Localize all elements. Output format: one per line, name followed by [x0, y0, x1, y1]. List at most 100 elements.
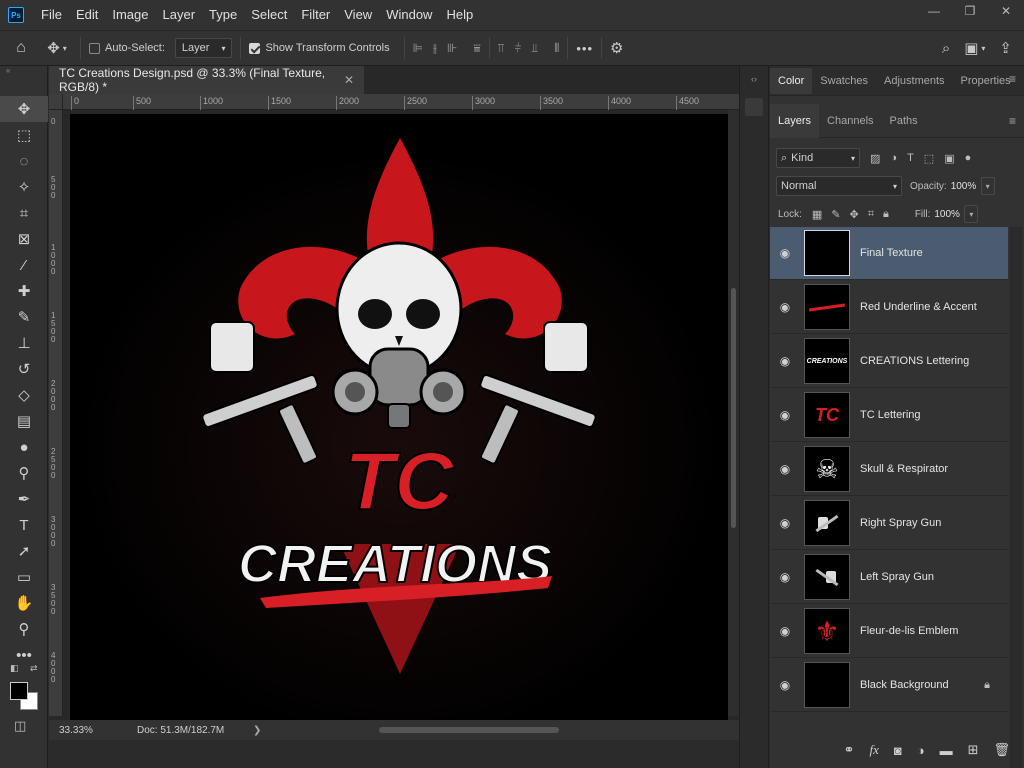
- auto-select-target-dropdown[interactable]: Layer ▾: [174, 38, 233, 58]
- layer-row-final-texture[interactable]: ◉ Final Texture: [770, 227, 1008, 280]
- default-colors-icon[interactable]: ◧: [10, 663, 19, 674]
- healing-brush-tool-icon[interactable]: ✚: [0, 278, 48, 304]
- zoom-level[interactable]: 33.33%: [59, 725, 119, 736]
- tab-paths[interactable]: Paths: [882, 104, 926, 138]
- link-icon[interactable]: ⚭: [844, 742, 855, 758]
- lock-artboard-icon[interactable]: ⌗: [868, 208, 874, 221]
- pen-tool-icon[interactable]: ✒: [0, 486, 48, 512]
- menu-filter[interactable]: Filter: [294, 0, 337, 30]
- smart-object-filter-icon[interactable]: ▣: [944, 152, 954, 165]
- vertical-scroll-thumb[interactable]: [731, 288, 736, 528]
- eye-icon[interactable]: ◉: [770, 624, 800, 638]
- dodge-tool-icon[interactable]: ⚲: [0, 460, 48, 486]
- blur-tool-icon[interactable]: ●: [0, 434, 48, 460]
- opacity-input[interactable]: 100%: [951, 176, 981, 196]
- horizontal-scroll-thumb[interactable]: [379, 727, 559, 733]
- gradient-tool-icon[interactable]: ▤: [0, 408, 48, 434]
- lock-image-icon[interactable]: ✎: [831, 208, 840, 221]
- eye-icon[interactable]: ◉: [770, 300, 800, 314]
- brush-tool-icon[interactable]: ✎: [0, 304, 48, 330]
- eyedropper-tool-icon[interactable]: ⁄: [0, 252, 48, 278]
- color-swatches[interactable]: [10, 682, 40, 712]
- menu-file[interactable]: File: [34, 0, 69, 30]
- history-brush-tool-icon[interactable]: ↺: [0, 356, 48, 382]
- shape-filter-icon[interactable]: ⬚: [924, 152, 934, 165]
- eye-icon[interactable]: ◉: [770, 408, 800, 422]
- layer-row-left-spray-gun[interactable]: ◉ Left Spray Gun: [770, 551, 1008, 604]
- group-folder-icon[interactable]: ▬: [940, 743, 953, 758]
- edit-toolbar-icon[interactable]: •••: [0, 642, 48, 668]
- horizontal-scrollbar[interactable]: [279, 726, 709, 734]
- tab-adjustments[interactable]: Adjustments: [876, 68, 953, 94]
- photoshop-logo[interactable]: Ps: [8, 7, 24, 23]
- move-tool-preset-icon[interactable]: ✥ ▾: [42, 39, 72, 57]
- adjustment-filter-icon[interactable]: ◑: [890, 152, 897, 165]
- align-bottom-icon[interactable]: ⫫: [531, 41, 538, 56]
- marquee-tool-icon[interactable]: ⬚: [0, 122, 48, 148]
- menu-image[interactable]: Image: [105, 0, 155, 30]
- lock-position-icon[interactable]: ✥: [850, 208, 859, 221]
- search-icon[interactable]: ⌕: [942, 40, 950, 57]
- align-left-icon[interactable]: ⊫: [413, 41, 423, 56]
- menu-view[interactable]: View: [337, 0, 379, 30]
- zoom-tool-icon[interactable]: ⚲: [0, 616, 48, 642]
- tab-layers[interactable]: Layers: [770, 103, 820, 138]
- eye-icon[interactable]: ◉: [770, 462, 800, 476]
- adjustment-icon[interactable]: ◑: [917, 743, 925, 758]
- restore-icon[interactable]: ❐: [952, 0, 988, 22]
- menu-type[interactable]: Type: [202, 0, 244, 30]
- align-top-icon[interactable]: ⫪: [498, 41, 505, 56]
- workspace-icon[interactable]: ▣ ▾: [964, 39, 985, 57]
- layer-row-creations-lettering[interactable]: ◉ CREATIONS CREATIONS Lettering: [770, 335, 1008, 388]
- ruler-origin[interactable]: [49, 94, 63, 110]
- panel-menu-icon[interactable]: ≡: [1009, 72, 1016, 86]
- hand-tool-icon[interactable]: ✋: [0, 590, 48, 616]
- lock-transparent-icon[interactable]: ▦: [812, 208, 822, 221]
- eye-icon[interactable]: ◉: [770, 570, 800, 584]
- close-tab-icon[interactable]: ✕: [344, 73, 354, 87]
- layer-row-fleur-de-lis[interactable]: ◉ ⚜ Fleur-de-lis Emblem: [770, 605, 1008, 658]
- mask-icon[interactable]: ◙: [894, 743, 902, 758]
- eye-icon[interactable]: ◉: [770, 246, 800, 260]
- fill-dropdown-icon[interactable]: ▾: [964, 205, 979, 223]
- layer-row-right-spray-gun[interactable]: ◉ Right Spray Gun: [770, 497, 1008, 550]
- align-middle-icon[interactable]: ⫩: [514, 41, 521, 56]
- horizontal-ruler[interactable]: 0 500 1000 1500 2000 2500 3000 3500 4000…: [63, 94, 739, 110]
- layer-row-skull[interactable]: ◉ ☠ Skull & Respirator: [770, 443, 1008, 496]
- status-menu-arrow[interactable]: ❯: [253, 725, 261, 736]
- new-layer-icon[interactable]: ⊞: [968, 742, 979, 758]
- tab-color[interactable]: Color: [770, 67, 813, 94]
- eye-icon[interactable]: ◉: [770, 678, 800, 692]
- magic-wand-tool-icon[interactable]: ✧: [0, 174, 48, 200]
- menu-layer[interactable]: Layer: [156, 0, 203, 30]
- layer-row-tc-lettering[interactable]: ◉ TC TC Lettering: [770, 389, 1008, 442]
- close-window-icon[interactable]: ✕: [988, 0, 1024, 22]
- align-right-icon[interactable]: ⊪: [447, 41, 457, 56]
- share-icon[interactable]: ⇪: [999, 39, 1012, 57]
- move-tool-icon[interactable]: ✥: [0, 96, 48, 122]
- minimize-icon[interactable]: —: [916, 0, 952, 22]
- swap-colors-icon[interactable]: ⇄: [30, 663, 38, 674]
- opacity-dropdown-icon[interactable]: ▾: [980, 177, 995, 195]
- home-icon[interactable]: ⌂: [0, 39, 42, 57]
- show-transform-checkbox[interactable]: [249, 42, 261, 54]
- path-selection-tool-icon[interactable]: ➚: [0, 538, 48, 564]
- auto-select-checkbox[interactable]: [89, 42, 100, 54]
- layers-scrollbar[interactable]: [1010, 227, 1022, 768]
- distribute-icon[interactable]: ⩸: [473, 41, 480, 56]
- vertical-ruler[interactable]: 0 500 1000 1500 2000 2500 3000 3500 4000: [49, 110, 63, 716]
- canvas[interactable]: TC CREATIONS: [70, 114, 728, 720]
- tab-channels[interactable]: Channels: [819, 104, 881, 138]
- collapse-toolbar-icon[interactable]: «: [0, 66, 47, 78]
- clone-stamp-tool-icon[interactable]: ⊥: [0, 330, 48, 356]
- gear-icon[interactable]: ⚙: [610, 39, 623, 57]
- lasso-tool-icon[interactable]: ◌: [0, 148, 48, 174]
- menu-window[interactable]: Window: [379, 0, 439, 30]
- fx-icon[interactable]: fx: [869, 742, 878, 758]
- type-filter-icon[interactable]: T: [907, 152, 914, 165]
- panel-icon[interactable]: [745, 98, 763, 116]
- type-tool-icon[interactable]: T: [0, 512, 48, 538]
- quick-mask-icon[interactable]: ◫: [14, 718, 26, 734]
- menu-edit[interactable]: Edit: [69, 0, 105, 30]
- distribute-vertical-icon[interactable]: ⦀: [554, 41, 559, 56]
